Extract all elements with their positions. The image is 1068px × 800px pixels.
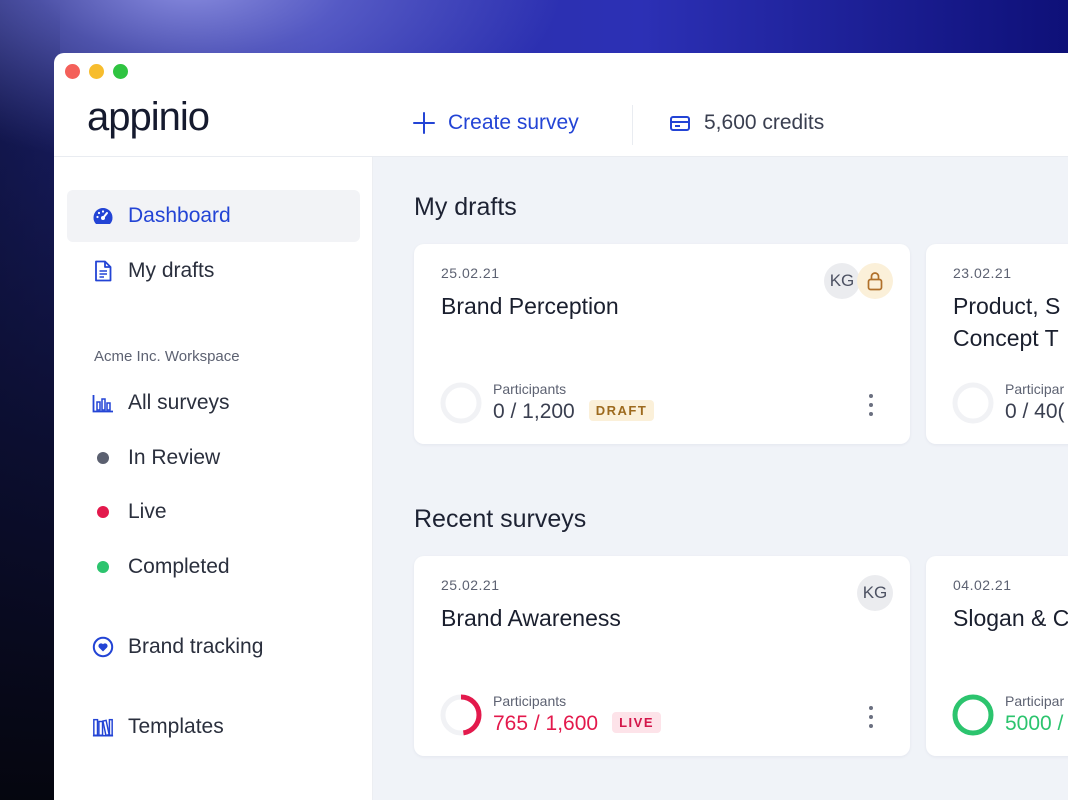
recent-surveys-heading: Recent surveys — [414, 505, 587, 533]
sidebar-item-live[interactable]: Live — [67, 486, 360, 538]
sidebar-item-completed[interactable]: Completed — [67, 541, 360, 593]
survey-card[interactable]: 23.02.21 Product, S Concept T Participar… — [926, 244, 1068, 444]
workspace-label: Acme Inc. Workspace — [94, 348, 240, 365]
participants-value: 5000 / — [1005, 712, 1064, 735]
plus-icon — [412, 111, 436, 135]
progress-ring — [440, 694, 482, 736]
credit-card-icon — [670, 115, 690, 131]
create-survey-label: Create survey — [448, 111, 579, 134]
user-avatar: KG — [857, 575, 893, 611]
credits-display[interactable]: 5,600 credits — [670, 111, 824, 135]
participants-label: Participar — [1005, 693, 1065, 709]
in-review-status-dot — [92, 447, 114, 469]
sidebar-item-templates[interactable]: Templates — [67, 701, 360, 753]
participants-count: 765 / 1,600 LIVE — [493, 712, 661, 736]
survey-date: 04.02.21 — [953, 577, 1012, 593]
status-badge: DRAFT — [588, 400, 655, 421]
participants-label: Participar — [1005, 381, 1065, 397]
lock-icon[interactable] — [857, 263, 893, 299]
status-dot — [97, 452, 109, 464]
live-status-dot — [92, 501, 114, 523]
survey-date: 23.02.21 — [953, 265, 1012, 281]
document-icon — [92, 260, 114, 282]
participants-value: 0 / 1,200 — [493, 400, 575, 423]
sidebar-item-label: My drafts — [128, 259, 215, 282]
sidebar-item-brand-tracking[interactable]: Brand tracking — [67, 621, 360, 673]
sidebar-item-in-review[interactable]: In Review — [67, 432, 360, 484]
sidebar-item-label: Completed — [128, 555, 230, 578]
survey-title: Brand Perception — [441, 293, 619, 319]
heart-circle-icon — [92, 636, 114, 658]
survey-title: Brand Awareness — [441, 605, 621, 631]
participants-label: Participants — [493, 693, 567, 709]
sidebar-item-my-drafts[interactable]: My drafts — [67, 245, 360, 297]
participants-value: 0 / 40( — [1005, 400, 1065, 423]
progress-ring — [440, 382, 482, 424]
user-avatar: KG — [824, 263, 860, 299]
survey-card[interactable]: 25.02.21 Brand Perception KG Participant… — [414, 244, 910, 444]
top-header: appinio Create survey 5,600 credits — [54, 53, 1068, 157]
progress-ring — [952, 694, 994, 736]
more-options-icon[interactable] — [868, 394, 874, 416]
status-dot — [97, 506, 109, 518]
background-shade — [0, 0, 60, 800]
sidebar-item-label: Dashboard — [128, 204, 231, 227]
sidebar-item-all-surveys[interactable]: All surveys — [67, 377, 360, 429]
app-window: appinio Create survey 5,600 credits Dash… — [54, 53, 1068, 800]
my-drafts-heading: My drafts — [414, 193, 517, 221]
templates-icon — [92, 716, 114, 738]
more-options-icon[interactable] — [868, 706, 874, 728]
survey-date: 25.02.21 — [441, 577, 500, 593]
main-content: My drafts 25.02.21 Brand Perception KG P… — [373, 157, 1068, 800]
sidebar: Dashboard My drafts Acme Inc. Workspace … — [54, 157, 373, 800]
status-dot — [97, 561, 109, 573]
sidebar-item-label: All surveys — [128, 391, 230, 414]
progress-ring — [952, 382, 994, 424]
survey-card[interactable]: 25.02.21 Brand Awareness KG Participants… — [414, 556, 910, 756]
appinio-logo[interactable]: appinio — [87, 97, 210, 137]
sidebar-item-label: In Review — [128, 446, 221, 469]
sidebar-item-label: Brand tracking — [128, 635, 264, 658]
survey-card[interactable]: 04.02.21 Slogan & C Participar 5000 / — [926, 556, 1068, 756]
participants-value: 765 / 1,600 — [493, 712, 599, 735]
survey-title: Product, S Concept T — [953, 293, 1061, 351]
progress-ring-fill — [952, 694, 994, 736]
create-survey-button[interactable]: Create survey — [412, 111, 579, 135]
survey-title: Slogan & C — [953, 605, 1068, 631]
survey-date: 25.02.21 — [441, 265, 500, 281]
sidebar-item-label: Live — [128, 500, 167, 523]
completed-status-dot — [92, 556, 114, 578]
credits-label: 5,600 credits — [704, 111, 825, 134]
sidebar-item-label: Templates — [128, 715, 224, 738]
header-divider — [632, 105, 633, 145]
participants-label: Participants — [493, 381, 567, 397]
dashboard-icon — [92, 205, 114, 227]
status-badge: LIVE — [612, 712, 661, 733]
bar-chart-icon — [92, 392, 114, 414]
sidebar-item-dashboard[interactable]: Dashboard — [67, 190, 360, 242]
participants-count: 0 / 1,200 DRAFT — [493, 400, 655, 424]
